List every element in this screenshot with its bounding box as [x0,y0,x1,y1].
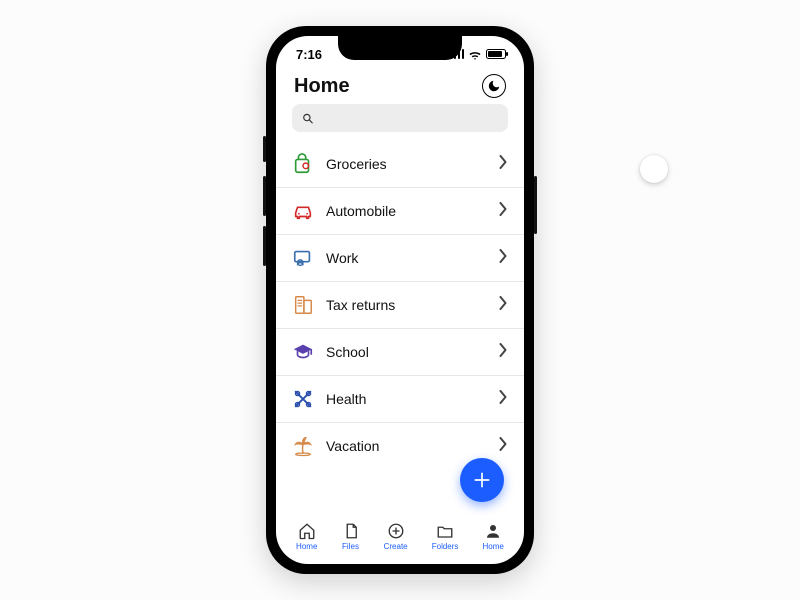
phone-notch [338,36,462,60]
search-input[interactable] [292,104,508,132]
list-item-label: School [326,344,487,360]
automobile-icon [292,200,314,222]
nav-label: Folders [432,542,459,551]
search-icon [302,112,314,125]
folders-icon [436,522,454,540]
nav-label: Home [296,542,317,551]
list-item-label: Groceries [326,156,487,172]
page-title: Home [294,75,350,98]
nav-profile[interactable]: Home [483,522,504,551]
category-list: Groceries Automobile Work [276,136,524,512]
plus-icon [472,470,492,490]
nav-create[interactable]: Create [384,522,408,551]
phone-side-button [263,136,266,162]
chevron-right-icon [499,390,508,409]
groceries-icon [292,153,314,175]
list-item-label: Vacation [326,438,487,454]
list-item-work[interactable]: Work [276,235,524,282]
chevron-right-icon [499,249,508,268]
create-icon [387,522,405,540]
list-item-label: Tax returns [326,297,487,313]
chevron-right-icon [499,202,508,221]
dark-mode-toggle[interactable] [482,74,506,98]
nav-files[interactable]: Files [342,522,360,551]
work-icon [292,247,314,269]
chevron-right-icon [499,343,508,362]
phone-frame: 7:16 Home [266,26,534,574]
battery-icon [486,49,506,59]
search-field[interactable] [322,111,498,126]
school-icon [292,341,314,363]
list-item-tax[interactable]: Tax returns [276,282,524,329]
wifi-icon [468,49,482,59]
profile-icon [484,522,502,540]
vacation-icon [292,435,314,457]
nav-folders[interactable]: Folders [432,522,459,551]
phone-screen: 7:16 Home [276,36,524,564]
list-item-health[interactable]: Health [276,376,524,423]
list-item-automobile[interactable]: Automobile [276,188,524,235]
bottom-nav: Home Files Create Folders Home [276,512,524,564]
list-item-label: Health [326,391,487,407]
phone-side-button [263,176,266,216]
nav-home[interactable]: Home [296,522,317,551]
status-time: 7:16 [296,47,322,62]
health-icon [292,388,314,410]
list-item-school[interactable]: School [276,329,524,376]
list-item-label: Work [326,250,487,266]
phone-side-button [534,176,537,234]
nav-label: Files [342,542,359,551]
chevron-right-icon [499,296,508,315]
fab-add-button[interactable] [460,458,504,502]
files-icon [342,522,360,540]
chevron-right-icon [499,437,508,456]
search-container [276,104,524,136]
phone-side-button [263,226,266,266]
nav-label: Home [483,542,504,551]
tax-icon [292,294,314,316]
page-header: Home [276,66,524,104]
moon-icon [487,79,501,93]
list-item-groceries[interactable]: Groceries [276,140,524,188]
home-icon [298,522,316,540]
chevron-right-icon [499,155,508,174]
cursor-indicator [640,155,668,183]
nav-label: Create [384,542,408,551]
list-item-label: Automobile [326,203,487,219]
